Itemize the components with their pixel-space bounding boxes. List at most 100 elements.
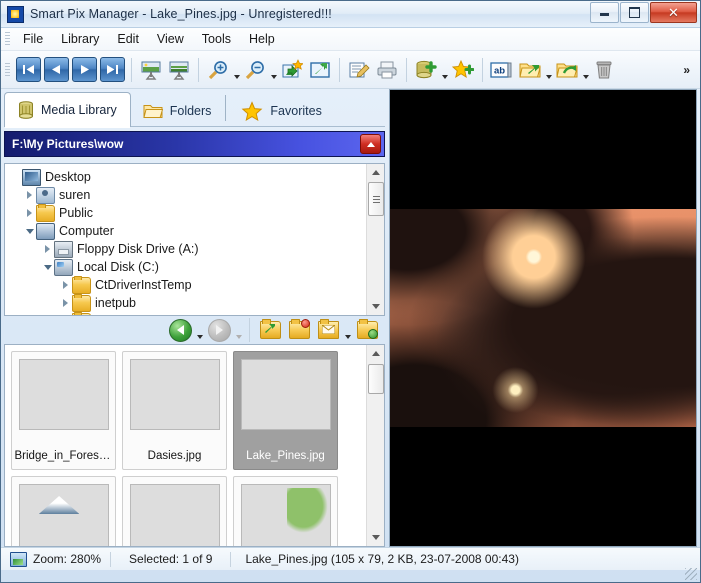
tab-media-library[interactable]: Media Library — [4, 92, 131, 128]
thumbnail-item[interactable] — [122, 476, 227, 546]
chevron-right-icon[interactable] — [23, 209, 36, 217]
tree-item-label: suren — [59, 188, 91, 202]
chevron-right-icon[interactable] — [41, 245, 54, 253]
export-image-button[interactable] — [279, 57, 305, 83]
open-external-button[interactable] — [307, 57, 333, 83]
path-bar[interactable]: F:\My Pictures\wow — [4, 131, 385, 157]
tree-item-ctdriverinsttemp[interactable]: CtDriverInstTemp — [9, 275, 366, 294]
print-button[interactable] — [374, 57, 400, 83]
menu-item-tools[interactable]: Tools — [193, 29, 240, 49]
toolbar-separator — [198, 57, 199, 82]
tree-item-public[interactable]: Public — [9, 203, 366, 222]
thumbnail-item[interactable]: Bridge_in_Forest2... — [11, 351, 116, 470]
chevron-right-icon[interactable] — [59, 299, 72, 307]
play-forward-icon — [71, 57, 97, 82]
add-to-library-dropdown[interactable] — [440, 53, 449, 87]
next-image-button[interactable] — [71, 57, 97, 83]
folder-nav-toolbar — [4, 316, 385, 344]
refresh-folder-button[interactable] — [354, 317, 380, 343]
add-to-favorites-button[interactable] — [450, 57, 476, 83]
folder-filter-dropdown[interactable] — [343, 313, 352, 347]
chevron-down-icon[interactable] — [23, 229, 36, 234]
thumbnail-item[interactable]: Dasies.jpg — [122, 351, 227, 470]
chevron-right-icon[interactable] — [59, 281, 72, 289]
tree-item-desktop[interactable]: Desktop — [9, 168, 366, 186]
scrollbar-thumb[interactable] — [368, 182, 384, 216]
scroll-up-icon[interactable] — [367, 345, 384, 362]
chevron-right-icon[interactable] — [23, 191, 36, 199]
menu-item-file[interactable]: File — [14, 29, 52, 49]
tree-item-computer[interactable]: Computer — [9, 222, 366, 240]
scroll-down-icon[interactable] — [367, 529, 384, 546]
copy-to-folder-button[interactable] — [554, 57, 580, 83]
add-to-library-button[interactable] — [413, 57, 439, 83]
tree-item-suren[interactable]: suren — [9, 186, 366, 204]
tab-favorites[interactable]: Favorites — [228, 95, 334, 127]
previous-image-button[interactable] — [43, 57, 69, 83]
new-folder-button[interactable] — [286, 317, 312, 343]
scroll-up-icon[interactable] — [367, 164, 384, 181]
floppy-icon — [54, 240, 73, 258]
tab-folders-label: Folders — [169, 104, 212, 118]
forward-button[interactable] — [206, 317, 232, 343]
menu-item-library[interactable]: Library — [52, 29, 108, 49]
first-image-button[interactable] — [15, 57, 41, 83]
slideshow-settings-button[interactable] — [166, 57, 192, 83]
rename-button[interactable]: ab — [489, 57, 515, 83]
tab-bar: Media Library Folders Favorites — [4, 89, 385, 128]
tree-item-kname[interactable]: Kname — [9, 311, 366, 315]
status-zoom: Zoom: 280% — [1, 548, 110, 570]
chevron-down-icon[interactable] — [41, 265, 54, 270]
folder-tree[interactable]: Desktop suren Public Computer Floppy Dis… — [5, 164, 366, 315]
image-preview[interactable] — [389, 89, 697, 547]
zoom-in-button[interactable] — [205, 57, 231, 83]
notes-pencil-icon — [349, 62, 370, 78]
copy-to-folder-dropdown[interactable] — [581, 53, 590, 87]
thumbnail-item[interactable] — [233, 476, 338, 546]
toolbar-grip[interactable] — [5, 62, 10, 77]
folder-filter-button[interactable] — [315, 317, 341, 343]
menu-item-edit[interactable]: Edit — [108, 29, 148, 49]
back-button[interactable] — [167, 317, 193, 343]
back-history-dropdown[interactable] — [195, 313, 204, 347]
open-folder-button[interactable] — [257, 317, 283, 343]
move-to-folder-button[interactable] — [517, 57, 543, 83]
window-title: Smart Pix Manager - Lake_Pines.jpg - Unr… — [30, 7, 332, 21]
minimize-button[interactable] — [590, 2, 619, 23]
menu-grip[interactable] — [5, 32, 10, 46]
forward-history-dropdown[interactable] — [234, 313, 243, 347]
thumbnail-grid[interactable]: Bridge_in_Forest2... Dasies.jpg Lake_Pin… — [5, 345, 366, 546]
thumbnail-image — [129, 484, 220, 546]
slideshow-button[interactable] — [138, 57, 164, 83]
thumbnail-item[interactable] — [11, 476, 116, 546]
move-to-folder-dropdown[interactable] — [544, 53, 553, 87]
toolbar-overflow-button[interactable]: » — [683, 63, 690, 77]
delete-button[interactable] — [591, 57, 617, 83]
maximize-button[interactable] — [620, 2, 649, 23]
tree-scrollbar[interactable] — [366, 164, 384, 315]
scroll-down-icon[interactable] — [367, 298, 384, 315]
thumbnail-scrollbar[interactable] — [366, 345, 384, 546]
tab-folders[interactable]: Folders — [130, 95, 225, 127]
thumbnail-image — [18, 359, 109, 430]
menu-item-help[interactable]: Help — [240, 29, 284, 49]
menu-item-view[interactable]: View — [148, 29, 193, 49]
tree-item-label: Local Disk (C:) — [77, 260, 159, 274]
thumbnail-image — [18, 484, 109, 546]
thumbnail-item-selected[interactable]: Lake_Pines.jpg — [233, 351, 338, 470]
tree-item-local-disk-c[interactable]: Local Disk (C:) — [9, 258, 366, 276]
zoom-in-dropdown[interactable] — [232, 53, 241, 87]
tree-item-label: Computer — [59, 224, 114, 238]
tree-item-inetpub[interactable]: inetpub — [9, 293, 366, 312]
tree-item-floppy-disk-drive[interactable]: Floppy Disk Drive (A:) — [9, 240, 366, 258]
zoom-out-button[interactable] — [242, 57, 268, 83]
last-image-button[interactable] — [99, 57, 125, 83]
collapse-up-icon[interactable] — [360, 134, 381, 154]
tab-media-library-label: Media Library — [41, 103, 117, 117]
zoom-out-dropdown[interactable] — [269, 53, 278, 87]
close-button[interactable]: ✕ — [650, 2, 697, 23]
resize-grip[interactable] — [685, 568, 697, 580]
scrollbar-thumb[interactable] — [368, 364, 384, 394]
thumb-grip — [372, 195, 380, 203]
edit-notes-button[interactable] — [346, 57, 372, 83]
